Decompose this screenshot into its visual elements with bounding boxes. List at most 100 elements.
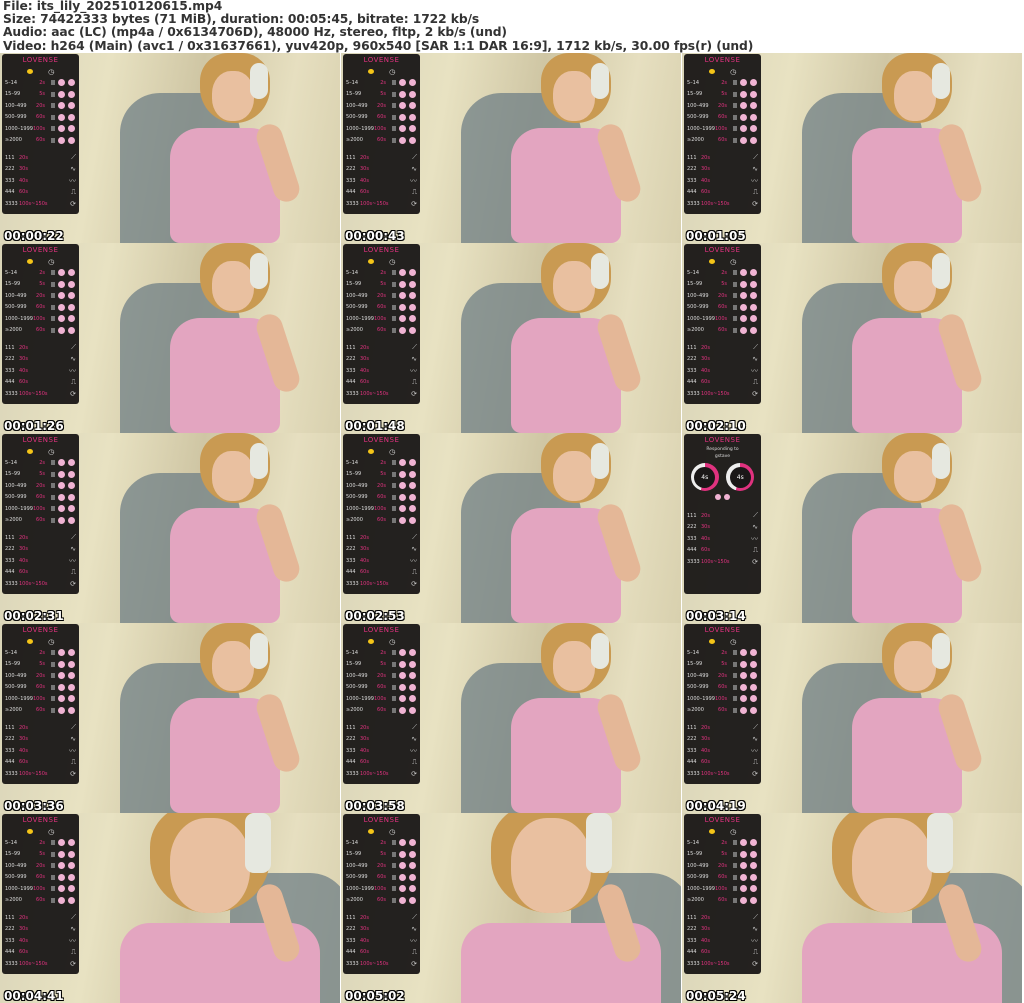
headphones: [250, 63, 268, 99]
pattern-row: 444 60s ⎍: [346, 377, 417, 389]
pattern-code: 3333: [687, 390, 700, 397]
video-thumbnail[interactable]: LOVENSE ◷ 5–14 2s 15–99 5s 100–499 20s 500–999 60…: [341, 433, 681, 623]
video-thumbnail[interactable]: LOVENSE ◷ 5–14 2s 15–99 5s 100–499 20s 500–999 60…: [682, 813, 1022, 1003]
video-thumbnail[interactable]: LOVENSE ◷ 5–14 2s 15–99 5s 100–499 20s 500–999 60…: [682, 53, 1022, 243]
toy-icon: [68, 862, 75, 870]
level-duration: 5s: [39, 471, 45, 478]
pattern-duration: 30s: [701, 524, 710, 531]
intensity-icon: [733, 304, 737, 310]
toy-icon: [58, 839, 65, 847]
pattern-code: 222: [687, 524, 697, 531]
level-duration: 100s: [33, 695, 46, 702]
clock-icon: ◷: [48, 637, 55, 646]
level-range: 500–999: [346, 114, 368, 121]
pattern-wave-icon: 〰: [410, 366, 417, 375]
level-range: 100–499: [346, 102, 368, 109]
video-thumbnail[interactable]: LOVENSE ◷ 5–14 2s 15–99 5s 100–499 20s 500–999 60…: [341, 623, 681, 813]
toy-icon: [399, 695, 406, 703]
toy-icon: [750, 79, 757, 87]
pattern-duration: 30s: [19, 356, 28, 363]
video-thumbnail[interactable]: LOVENSE ◷ 5–14 2s 15–99 5s 100–499 20s 500–999 60…: [0, 813, 340, 1003]
toy-icon: [409, 482, 416, 490]
level-row: 500–999 60s: [687, 872, 758, 884]
pattern-row: 3333 100s~150s ⟳: [687, 768, 758, 780]
pattern-wave-icon: ⎍: [753, 545, 758, 554]
level-duration: 5s: [39, 281, 45, 288]
pattern-duration: 60s: [360, 569, 369, 576]
pattern-code: 333: [346, 937, 356, 944]
level-duration: 2s: [721, 649, 727, 656]
headphones: [927, 813, 953, 873]
video-thumbnail[interactable]: LOVENSE Responding to gstave 4s 4s 111 20s ⟋ 222…: [682, 433, 1022, 623]
level-duration: 2s: [39, 839, 45, 846]
pattern-code: 111: [5, 724, 15, 731]
level-row: 100–499 20s: [346, 480, 417, 492]
level-duration: 60s: [377, 327, 386, 334]
pattern-wave-icon: ⟳: [411, 959, 417, 968]
level-range: 15–99: [5, 661, 21, 668]
video-thumbnail[interactable]: LOVENSE ◷ 5–14 2s 15–99 5s 100–499 20s 500–999 60…: [341, 243, 681, 433]
level-range: 5–14: [687, 79, 700, 86]
video-thumbnail[interactable]: LOVENSE ◷ 5–14 2s 15–99 5s 100–499 20s 500–999 60…: [0, 53, 340, 243]
level-range: 1000–1999: [687, 315, 715, 322]
pattern-row: 111 20s ⟋: [5, 722, 76, 734]
level-duration: 20s: [718, 672, 727, 679]
level-duration: 60s: [36, 494, 45, 501]
video-thumbnail[interactable]: LOVENSE ◷ 5–14 2s 15–99 5s 100–499 20s 500–999 60…: [0, 623, 340, 813]
lovense-logo: LOVENSE: [704, 816, 741, 824]
level-range: ≥2000: [5, 897, 22, 904]
level-range: 5–14: [5, 79, 18, 86]
pattern-wave-icon: ∿: [411, 925, 417, 934]
pattern-duration: 30s: [701, 356, 710, 363]
toy-icon: [740, 683, 747, 691]
level-duration: 20s: [377, 102, 386, 109]
intensity-icon: [51, 707, 55, 713]
level-range: 15–99: [687, 281, 703, 288]
pattern-wave-icon: 〰: [410, 556, 417, 565]
toy-icon: [68, 315, 75, 323]
level-row: 15–99 5s: [346, 279, 417, 291]
pattern-duration: 100s~150s: [360, 390, 389, 397]
video-thumbnail[interactable]: LOVENSE ◷ 5–14 2s 15–99 5s 100–499 20s 500–999 60…: [341, 53, 681, 243]
pattern-code: 222: [346, 736, 356, 743]
clock-icon: ◷: [389, 257, 396, 266]
video-thumbnail[interactable]: LOVENSE ◷ 5–14 2s 15–99 5s 100–499 20s 500–999 60…: [341, 813, 681, 1003]
pattern-wave-icon: ⟳: [411, 199, 417, 208]
pattern-row: 3333 100s~150s ⟳: [346, 958, 417, 970]
person-face: [553, 451, 595, 501]
level-row: 15–99 5s: [687, 849, 758, 861]
pattern-row: 111 20s ⟋: [346, 152, 417, 164]
lovense-panel: LOVENSE Responding to gstave 4s 4s 111 20s ⟋ 222…: [684, 434, 761, 594]
level-duration: 20s: [718, 292, 727, 299]
toy-icon: [58, 896, 65, 904]
video-thumbnail[interactable]: LOVENSE ◷ 5–14 2s 15–99 5s 100–499 20s 500–999 60…: [0, 433, 340, 623]
pattern-row: 222 30s ∿: [687, 354, 758, 366]
pattern-duration: 40s: [360, 557, 369, 564]
level-duration: 5s: [721, 281, 727, 288]
level-duration: 60s: [718, 874, 727, 881]
toy-icon: [68, 125, 75, 133]
pattern-wave-icon: ∿: [70, 735, 76, 744]
pattern-duration: 20s: [360, 724, 369, 731]
pattern-code: 111: [687, 154, 697, 161]
level-row: 5–14 2s: [346, 457, 417, 469]
video-thumbnail[interactable]: LOVENSE ◷ 5–14 2s 15–99 5s 100–499 20s 500–999 60…: [682, 243, 1022, 433]
tokens-icon: [367, 639, 374, 644]
toy-icon: [68, 269, 75, 277]
toy-icon: [58, 505, 65, 513]
pattern-code: 3333: [346, 960, 359, 967]
video-thumbnail[interactable]: LOVENSE ◷ 5–14 2s 15–99 5s 100–499 20s 500–999 60…: [682, 623, 1022, 813]
pattern-wave-icon: ⎍: [412, 377, 417, 386]
level-row: 1000–1999 100s: [346, 313, 417, 325]
toy-icon: [58, 862, 65, 870]
pattern-duration: 30s: [19, 166, 28, 173]
level-range: 15–99: [346, 281, 362, 288]
intensity-icon: [51, 137, 55, 143]
intensity-icon: [392, 840, 396, 846]
video-thumbnail[interactable]: LOVENSE ◷ 5–14 2s 15–99 5s 100–499 20s 500–999 60…: [0, 243, 340, 433]
level-duration: 100s: [715, 315, 728, 322]
level-row: 15–99 5s: [346, 89, 417, 101]
level-range: 100–499: [5, 862, 27, 869]
pattern-wave-icon: ⟳: [70, 769, 76, 778]
toy-icon: [399, 113, 406, 121]
